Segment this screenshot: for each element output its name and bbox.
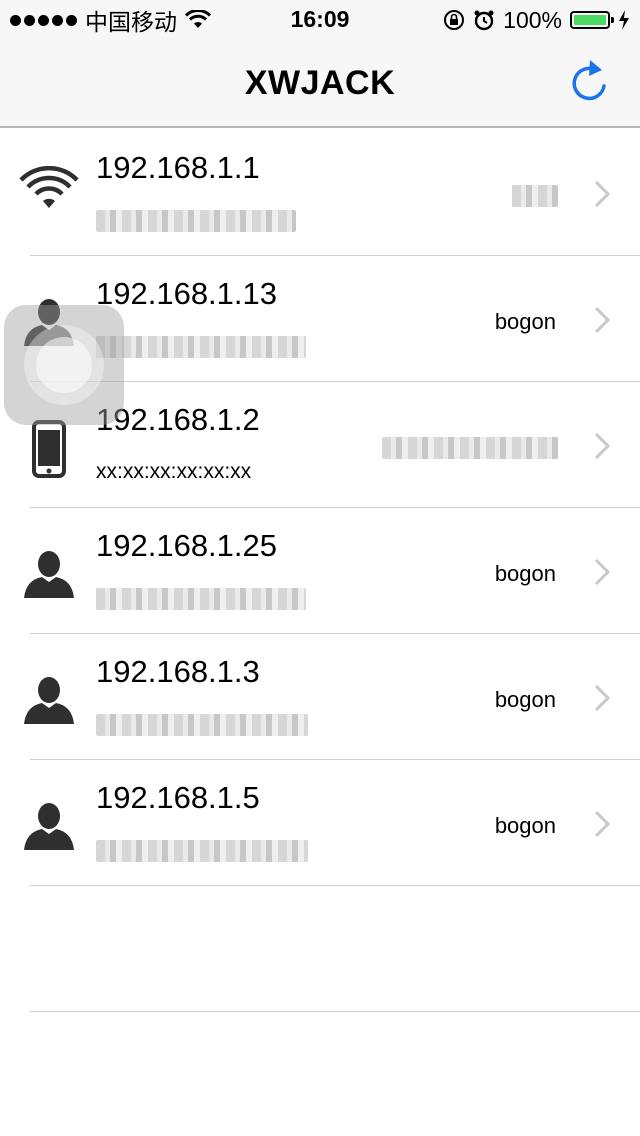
chevron-right-icon	[594, 558, 610, 586]
device-ip: 192.168.1.25	[96, 528, 278, 563]
phone-icon	[32, 420, 66, 478]
list-item[interactable]: 192.168.1.1	[0, 130, 640, 256]
page-title: XWJACK	[244, 64, 396, 102]
battery-icon	[570, 11, 614, 29]
device-ip: 192.168.1.13	[96, 276, 278, 311]
device-ip: 192.168.1.1	[96, 150, 260, 185]
device-name: bogon	[494, 687, 556, 712]
device-name: bogon	[494, 309, 556, 334]
list-item[interactable]: 192.168.1.5 bogon	[0, 760, 640, 886]
orientation-lock-icon	[444, 10, 465, 30]
person-icon	[24, 803, 74, 850]
chevron-right-icon	[594, 306, 610, 334]
navigation-bar: XWJACK	[0, 40, 640, 128]
list-item[interactable]: 192.168.1.25 bogon	[0, 508, 640, 634]
person-icon	[24, 551, 74, 598]
device-name-redacted	[382, 437, 558, 459]
assistive-touch-button[interactable]	[4, 305, 124, 425]
person-icon	[24, 677, 74, 724]
status-bar: 中国移动 16:09 100%	[0, 0, 640, 40]
empty-list-row	[0, 886, 640, 1012]
charging-icon	[619, 10, 629, 30]
chevron-right-icon	[594, 180, 610, 208]
device-mac-redacted	[96, 714, 308, 736]
chevron-right-icon	[594, 810, 610, 838]
refresh-icon[interactable]	[566, 56, 612, 106]
device-list: 192.168.1.1 192.168.1.13 bogon 192.168.1…	[0, 130, 640, 1012]
device-mac: xx:xx:xx:xx:xx:xx	[96, 460, 252, 483]
device-ip: 192.168.1.5	[96, 780, 260, 815]
device-mac-redacted	[96, 588, 306, 610]
battery-percent: 100%	[503, 6, 562, 33]
chevron-right-icon	[594, 684, 610, 712]
device-ip: 192.168.1.3	[96, 654, 260, 689]
device-mac-redacted	[96, 840, 308, 862]
device-name: bogon	[494, 561, 556, 586]
wifi-icon	[19, 166, 79, 208]
alarm-icon	[474, 10, 494, 31]
device-name-redacted	[512, 185, 558, 207]
device-name: bogon	[494, 813, 556, 838]
device-mac-redacted	[96, 210, 296, 232]
chevron-right-icon	[594, 432, 610, 460]
device-mac-redacted	[96, 336, 306, 358]
status-bar-right: 100%	[443, 6, 630, 34]
list-item[interactable]: 192.168.1.3 bogon	[0, 634, 640, 760]
